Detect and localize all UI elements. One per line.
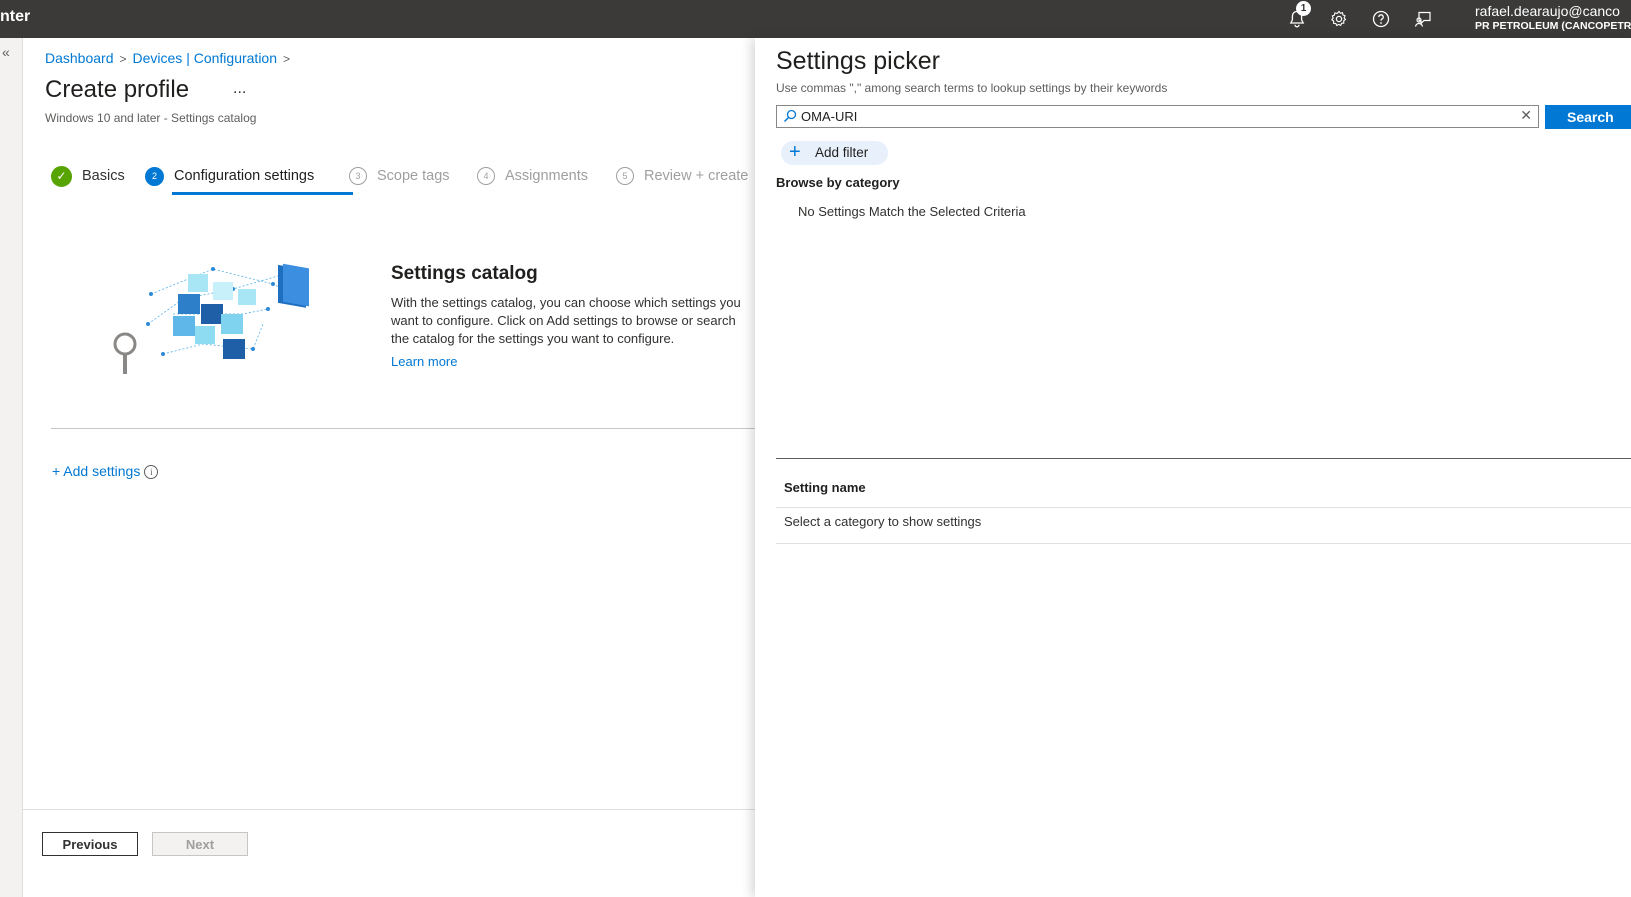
step-number: 5 bbox=[616, 167, 634, 185]
step-number: 2 bbox=[145, 166, 164, 186]
add-filter-label: Add filter bbox=[815, 145, 869, 160]
clear-search-icon[interactable]: ✕ bbox=[1520, 107, 1532, 124]
no-settings-message: No Settings Match the Selected Criteria bbox=[798, 204, 1026, 219]
search-hint: Use commas "," among search terms to loo… bbox=[776, 81, 1168, 95]
breadcrumb-dashboard[interactable]: Dashboard bbox=[45, 50, 114, 66]
user-email: rafael.dearaujo@canco bbox=[1475, 3, 1620, 19]
info-icon[interactable]: i bbox=[144, 465, 159, 479]
settings-search-box: ✕ bbox=[776, 105, 1539, 128]
top-bar: nter 1 rafael.dearaujo@canco PR PETROLEU… bbox=[0, 0, 1631, 38]
catalog-title: Settings catalog bbox=[391, 263, 538, 284]
browse-by-category-heading: Browse by category bbox=[776, 175, 900, 190]
setting-name-column-header[interactable]: Setting name bbox=[784, 480, 866, 495]
active-step-indicator bbox=[172, 192, 353, 195]
expand-menu-icon[interactable]: « bbox=[2, 44, 10, 60]
gear-icon[interactable] bbox=[1327, 7, 1351, 31]
breadcrumb-devices-configuration[interactable]: Devices | Configuration bbox=[133, 50, 277, 66]
step-number: 3 bbox=[349, 167, 367, 185]
plus-icon: + bbox=[789, 141, 801, 163]
step-label: Basics bbox=[82, 168, 125, 184]
section-divider bbox=[51, 428, 756, 429]
step-label: Review + create bbox=[644, 168, 749, 184]
table-row: Select a category to show settings bbox=[784, 514, 982, 529]
search-button[interactable]: Search bbox=[1545, 105, 1631, 129]
feedback-icon[interactable] bbox=[1411, 7, 1435, 31]
app-title: nter bbox=[0, 8, 31, 25]
settings-picker-panel: Settings picker Use commas "," among sea… bbox=[755, 38, 1631, 897]
tab-assignments[interactable]: 4 Assignments bbox=[477, 162, 588, 190]
table-header-divider bbox=[776, 507, 1631, 508]
settings-catalog-illustration bbox=[103, 254, 323, 384]
tab-scope-tags[interactable]: 3 Scope tags bbox=[349, 162, 450, 190]
step-number: 4 bbox=[477, 167, 495, 185]
step-label: Scope tags bbox=[377, 168, 450, 184]
page-subtitle: Windows 10 and later - Settings catalog bbox=[45, 111, 257, 125]
step-label: Assignments bbox=[505, 168, 589, 184]
wizard-steps: ✓ Basics 2 Configuration settings 3 Scop… bbox=[51, 162, 756, 202]
user-tenant: PR PETROLEUM (CANCOPETRO bbox=[1475, 20, 1631, 32]
user-account[interactable]: rafael.dearaujo@canco PR PETROLEUM (CANC… bbox=[1475, 3, 1631, 32]
search-input[interactable] bbox=[801, 107, 1511, 126]
panel-divider bbox=[776, 458, 1631, 459]
breadcrumb-separator-icon: > bbox=[119, 52, 127, 66]
add-settings-link[interactable]: + Add settings i bbox=[52, 463, 159, 479]
catalog-description: With the settings catalog, you can choos… bbox=[391, 295, 741, 346]
tab-basics[interactable]: ✓ Basics bbox=[51, 162, 125, 190]
previous-button[interactable]: Previous bbox=[42, 832, 138, 856]
learn-more-link[interactable]: Learn more bbox=[391, 354, 457, 369]
breadcrumb-separator-icon: > bbox=[283, 52, 291, 66]
checkmark-icon: ✓ bbox=[51, 165, 72, 187]
search-icon bbox=[783, 109, 797, 128]
more-options-button[interactable]: ... bbox=[233, 80, 246, 98]
add-settings-label: + Add settings bbox=[52, 463, 141, 479]
help-icon[interactable] bbox=[1369, 7, 1393, 31]
left-nav-collapsed: « bbox=[0, 38, 23, 897]
notification-badge: 1 bbox=[1296, 1, 1311, 16]
step-label: Configuration settings bbox=[174, 168, 315, 184]
next-button[interactable]: Next bbox=[152, 832, 248, 856]
table-row-divider bbox=[776, 543, 1631, 544]
tab-configuration-settings[interactable]: 2 Configuration settings bbox=[145, 162, 314, 190]
bell-icon[interactable]: 1 bbox=[1285, 1, 1311, 31]
add-filter-button[interactable]: + Add filter bbox=[781, 141, 889, 165]
page-title: Create profile bbox=[45, 76, 190, 103]
create-profile-pane: Dashboard > Devices | Configuration > Creat… bbox=[23, 38, 756, 897]
footer-divider bbox=[23, 809, 755, 810]
panel-title: Settings picker bbox=[776, 47, 940, 75]
breadcrumb: Dashboard > Devices | Configuration > bbox=[45, 50, 296, 66]
tab-review-create[interactable]: 5 Review + create bbox=[616, 162, 748, 190]
